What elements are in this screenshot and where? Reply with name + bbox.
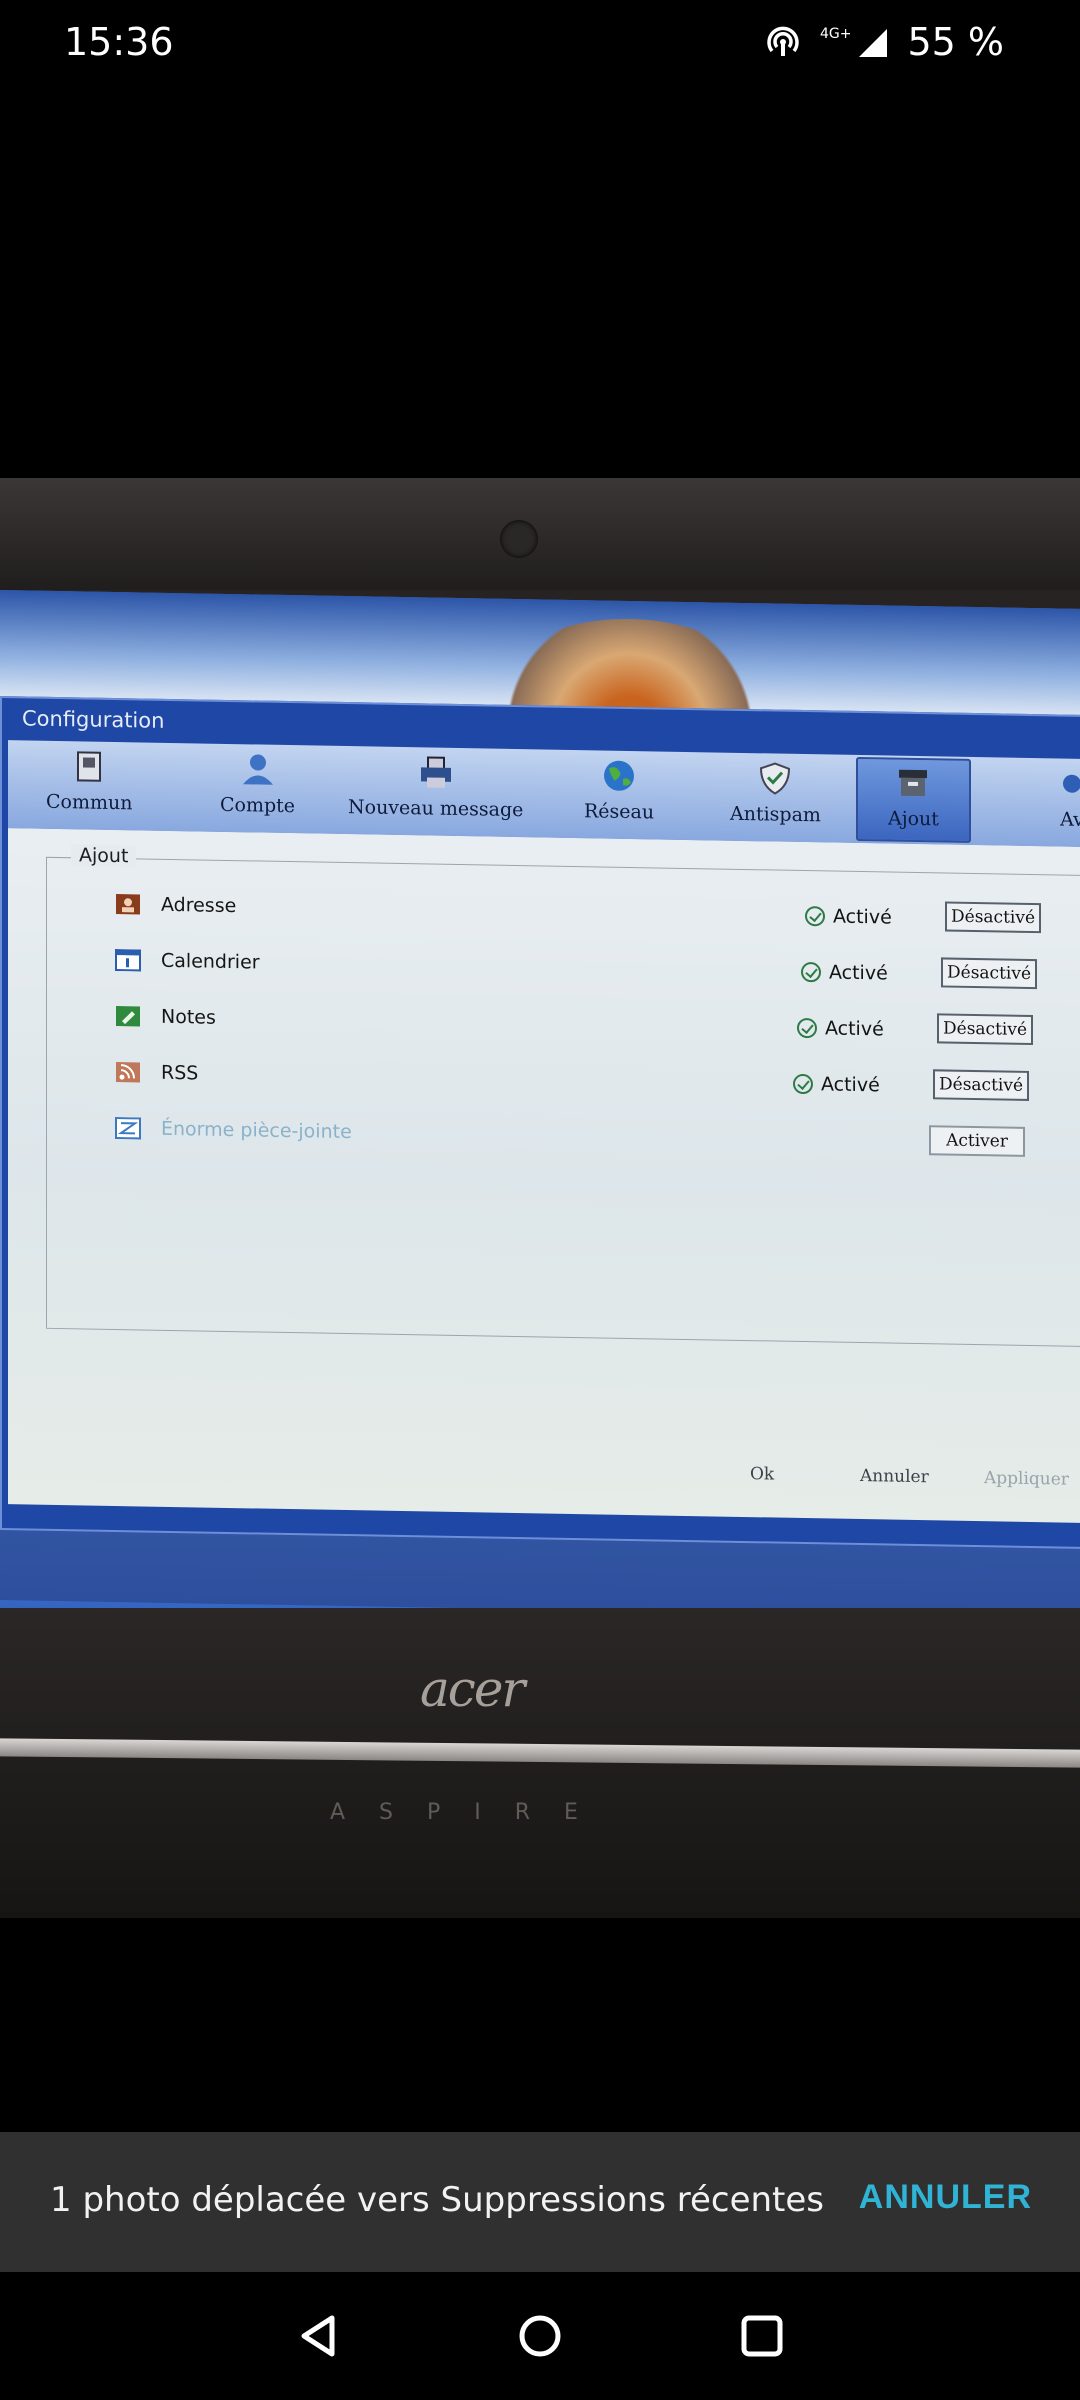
back-icon	[301, 2315, 335, 2357]
desktop: Configuration Commun Compte Nouveau mess…	[0, 590, 1080, 1689]
ok-button[interactable]: Ok	[744, 1463, 780, 1486]
laptop-photo: Configuration Commun Compte Nouveau mess…	[0, 478, 1080, 1918]
tab-nouveau-message[interactable]: Nouveau message	[348, 754, 523, 821]
tab-antispam-label: Antispam	[730, 802, 821, 827]
check-icon	[805, 906, 825, 927]
cancel-button[interactable]: Annuler	[854, 1465, 935, 1488]
addon-status-text: Activé	[821, 1073, 880, 1097]
rss-icon	[116, 1062, 140, 1083]
calendar-icon	[115, 949, 141, 972]
hotspot-icon	[767, 26, 799, 56]
addon-status-text: Activé	[829, 961, 888, 985]
activate-button[interactable]: Activer	[929, 1125, 1025, 1157]
addon-name: Adresse	[161, 893, 237, 918]
addon-row-notes: Notes Activé Désactivé	[47, 998, 1080, 1056]
addon-row-adresse: Adresse Activé Désactivé	[47, 886, 1080, 944]
brand-logo: acer	[420, 1660, 525, 1718]
home-button[interactable]	[512, 2308, 568, 2364]
check-icon	[797, 1017, 817, 1039]
addon-status: Activé	[801, 961, 888, 985]
addon-name: RSS	[161, 1061, 199, 1085]
back-button[interactable]	[292, 2308, 348, 2364]
notes-icon	[116, 1006, 140, 1027]
deactivate-button[interactable]: Désactivé	[933, 1069, 1029, 1101]
home-icon	[519, 2315, 561, 2357]
attachment-icon	[115, 1117, 141, 1140]
signal-icon	[859, 29, 888, 57]
addon-row-rss: RSS Activé Désactivé	[47, 1054, 1080, 1112]
network-type: 4G+	[819, 26, 852, 42]
addon-status: Activé	[805, 905, 892, 929]
status-time: 15:36	[64, 20, 174, 64]
group-title: Ajout	[71, 844, 137, 868]
addons-group: Ajout Adresse Activé Désactivé Calendrie…	[46, 844, 1080, 1347]
configuration-window: Configuration Commun Compte Nouveau mess…	[0, 696, 1080, 1549]
tab-compte[interactable]: Compte	[220, 752, 295, 817]
user-icon	[242, 754, 273, 785]
undo-button[interactable]: ANNULER	[859, 2178, 1032, 2217]
status-icons: 4G+ 55 %	[764, 20, 1004, 64]
tab-reseau-label: Réseau	[584, 800, 655, 824]
recents-button[interactable]	[734, 2308, 790, 2364]
tab-antispam[interactable]: Antispam	[730, 761, 821, 827]
globe-icon	[604, 760, 635, 791]
apply-button[interactable]: Appliquer	[978, 1467, 1075, 1491]
printer-icon	[420, 756, 451, 788]
addon-name: Notes	[161, 1005, 216, 1029]
model-name: ASPIRE	[330, 1800, 612, 1825]
tab-avance[interactable]: Av	[1054, 766, 1080, 831]
screen-bezel-top	[0, 478, 1080, 590]
tab-nouveau-message-label: Nouveau message	[348, 796, 524, 822]
addon-name: Énorme pièce-jointe	[161, 1117, 352, 1144]
advanced-icon	[1063, 774, 1080, 793]
addon-status: Activé	[797, 1017, 884, 1041]
tab-ajout-label: Ajout	[888, 807, 939, 831]
addon-status: Activé	[793, 1073, 880, 1097]
battery-level: 55 %	[907, 20, 1004, 64]
webcam	[500, 520, 538, 558]
archive-icon	[899, 769, 928, 797]
window-title: Configuration	[22, 706, 165, 733]
recents-icon	[741, 2315, 783, 2357]
addons-panel: Ajout Adresse Activé Désactivé Calendrie…	[8, 828, 1080, 1523]
snackbar: 1 photo déplacée vers Suppressions récen…	[0, 2132, 1080, 2272]
addon-status-text: Activé	[825, 1017, 884, 1041]
tab-avance-label: Av	[1060, 808, 1080, 831]
deactivate-button[interactable]: Désactivé	[945, 901, 1041, 934]
deactivate-button[interactable]: Désactivé	[941, 957, 1037, 990]
tab-commun[interactable]: Commun	[46, 749, 133, 815]
addon-row-calendrier: Calendrier Activé Désactivé	[47, 942, 1080, 1000]
tab-ajout[interactable]: Ajout	[856, 756, 971, 843]
shield-icon	[760, 762, 791, 795]
check-icon	[801, 961, 821, 983]
navigation-bar	[0, 2272, 1080, 2400]
snackbar-message: 1 photo déplacée vers Suppressions récen…	[50, 2180, 825, 2220]
tab-compte-label: Compte	[220, 793, 296, 818]
status-bar: 15:36 4G+ 55 %	[0, 0, 1080, 90]
screen-bezel-bottom: acer ASPIRE	[0, 1608, 1080, 1918]
general-icon	[77, 751, 102, 782]
check-icon	[793, 1073, 813, 1095]
tab-reseau[interactable]: Réseau	[584, 758, 654, 823]
laptop-hinge	[0, 1738, 1080, 1768]
addon-row-enorme-piece-jointe: Énorme pièce-jointe Activer	[47, 1110, 1080, 1168]
tab-commun-label: Commun	[46, 790, 133, 815]
deactivate-button[interactable]: Désactivé	[937, 1013, 1033, 1046]
address-book-icon	[116, 894, 140, 915]
addon-status-text: Activé	[833, 905, 892, 929]
addon-name: Calendrier	[161, 949, 260, 974]
